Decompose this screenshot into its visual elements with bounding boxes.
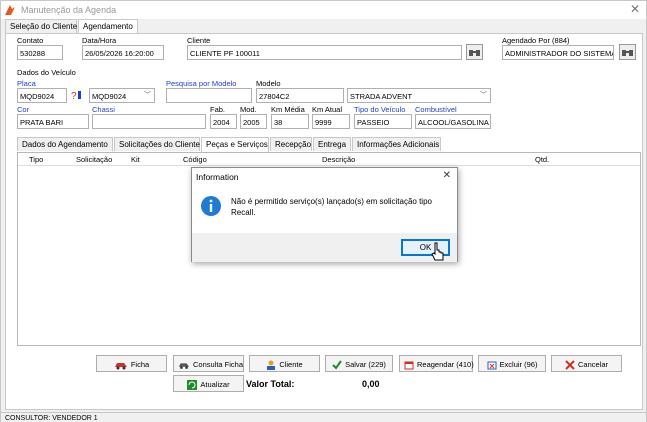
window-title: Manutenção da Agenda: [21, 5, 117, 15]
tab-recepcao[interactable]: Recepção: [270, 137, 312, 151]
car-icon: [114, 362, 127, 370]
excluir-button[interactable]: Excluir (96): [478, 355, 546, 372]
cliente-search-button[interactable]: [466, 44, 483, 60]
tipo-field[interactable]: PASSEIO: [354, 114, 412, 129]
placa-label: Placa: [17, 79, 36, 88]
check-icon: [332, 360, 342, 370]
comb-field[interactable]: ALCOOL/GASOLINA: [415, 114, 491, 129]
chevron-down-icon: ﹀: [144, 92, 151, 99]
refresh-icon: [187, 380, 198, 391]
dialog-title: Information: [196, 172, 239, 182]
status-bar: CONSULTOR: VENDEDOR 1: [1, 412, 646, 422]
close-icon[interactable]: ✕: [630, 2, 640, 16]
tab-dados-agendamento[interactable]: Dados do Agendamento: [17, 137, 113, 151]
title-bar: Manutenção da Agenda ✕: [1, 1, 646, 19]
tab-pecas-servicos[interactable]: Peças e Serviços: [201, 137, 269, 152]
dialog-body: Não é permitido serviço(s) lançado(s) em…: [192, 186, 457, 233]
modelo-name: STRADA ADVENT: [350, 92, 413, 101]
cancelar-button[interactable]: Cancelar: [551, 355, 622, 372]
ficha-button[interactable]: Ficha: [96, 355, 167, 372]
datahora-label: Data/Hora: [82, 36, 117, 45]
cliente-field[interactable]: CLIENTE PF 100011: [187, 45, 462, 60]
mouse-pointer-icon: [431, 242, 444, 261]
tab-solicitacoes-cliente[interactable]: Solicitações do Cliente: [114, 137, 200, 151]
agendado-search-button[interactable]: [619, 44, 636, 60]
contato-field[interactable]: 530288: [17, 45, 63, 60]
dialog-title-bar: Information ✕: [192, 168, 457, 186]
kmatual-label: Km Atual: [312, 105, 343, 114]
modelo-code-field[interactable]: 27804C2: [256, 88, 344, 103]
app-logo-icon: [5, 5, 15, 15]
tipo-label: Tipo do Veículo: [354, 105, 406, 114]
salvar-button[interactable]: Salvar (229): [325, 355, 393, 372]
datahora-field[interactable]: 26/05/2026 16:20:00: [82, 45, 164, 60]
grid-header: Tipo Solicitação Kit Código Descrição Qt…: [18, 153, 640, 166]
mod-label: Mod.: [240, 105, 257, 114]
chassi-field[interactable]: [92, 114, 206, 129]
cliente-label: Cliente: [187, 36, 211, 45]
dialog-footer: OK: [192, 233, 457, 262]
modelo-label: Modelo: [256, 79, 281, 88]
pesquisa-label: Pesquisa por Modelo: [166, 79, 237, 88]
placa-lookup-icon[interactable]: ?: [70, 88, 84, 102]
modelo-combo[interactable]: STRADA ADVENT ﹀: [347, 88, 491, 103]
salvar-label: Salvar (229): [345, 360, 386, 369]
veiculo-section-title: Dados do Veículo: [17, 68, 76, 77]
col-tipo[interactable]: Tipo: [29, 155, 43, 164]
information-dialog: Information ✕ Não é permitido serviço(s)…: [191, 167, 458, 262]
cor-label: Cor: [17, 105, 30, 114]
comb-label: Combustível: [415, 105, 457, 114]
valor-total-value: 0,00: [362, 379, 380, 389]
tab-selecao-cliente[interactable]: Seleção do Cliente: [5, 19, 77, 33]
tab-entrega[interactable]: Entrega: [313, 137, 351, 151]
kmatual-field[interactable]: 9999: [312, 114, 350, 129]
chassi-label: Chassi: [92, 105, 115, 114]
car-search-icon: [178, 362, 190, 369]
agendado-label: Agendado Por (884): [502, 36, 570, 45]
excluir-label: Excluir (96): [499, 360, 538, 369]
reagendar-label: Reagendar (410): [417, 360, 474, 369]
placa2-combo[interactable]: MQD9024 ﹀: [89, 88, 155, 103]
agendado-field[interactable]: ADMINISTRADOR DO SISTEMA: [502, 45, 614, 60]
consulta-ficha-button[interactable]: Consulta Ficha: [173, 355, 244, 372]
col-codigo[interactable]: Código: [183, 155, 207, 164]
dialog-message: Não é permitido serviço(s) lançado(s) em…: [231, 197, 432, 217]
col-qtd[interactable]: Qtd.: [535, 155, 549, 164]
tab-agendamento[interactable]: Agendamento: [78, 19, 138, 34]
fab-field[interactable]: 2004: [210, 114, 237, 129]
col-kit[interactable]: Kit: [131, 155, 140, 164]
contato-label: Contato: [17, 36, 44, 45]
cliente-button[interactable]: Cliente: [249, 355, 320, 372]
col-descricao[interactable]: Descrição: [322, 155, 355, 164]
reagendar-button[interactable]: Reagendar (410): [399, 355, 474, 372]
atualizar-label: Atualizar: [200, 380, 230, 389]
tab-informacoes-adicionais[interactable]: Informações Adicionais: [352, 137, 441, 151]
calendar-icon: [404, 361, 414, 370]
binoculars-icon: [469, 50, 480, 56]
dialog-close-icon[interactable]: ✕: [443, 170, 451, 181]
valor-total-label: Valor Total:: [246, 379, 295, 389]
fab-label: Fab.: [210, 105, 226, 114]
pesquisa-field[interactable]: [166, 88, 252, 103]
cor-field[interactable]: PRATA BARI: [17, 114, 89, 129]
consulta-label: Consulta Ficha: [193, 360, 244, 369]
close-icon: [565, 360, 575, 370]
delete-calendar-icon: [487, 361, 497, 370]
mod-field[interactable]: 2005: [240, 114, 267, 129]
cliente-btn-label: Cliente: [279, 360, 303, 369]
placa-field[interactable]: MQD9024: [17, 88, 67, 103]
atualizar-button[interactable]: Atualizar: [173, 375, 244, 392]
kmmedia-label: Km Média: [271, 105, 305, 114]
svg-text:?: ?: [71, 91, 77, 102]
chevron-down-icon: ﹀: [480, 92, 487, 99]
placa2-value: MQD9024: [92, 92, 127, 101]
user-icon: [267, 360, 276, 371]
col-solicitacao[interactable]: Solicitação: [76, 155, 112, 164]
info-icon: [201, 196, 221, 216]
cancelar-label: Cancelar: [577, 360, 608, 369]
binoculars-icon: [622, 50, 633, 56]
ficha-label: Ficha: [130, 360, 150, 369]
kmmedia-field[interactable]: 38: [271, 114, 309, 129]
status-text: CONSULTOR: VENDEDOR 1: [5, 415, 98, 422]
